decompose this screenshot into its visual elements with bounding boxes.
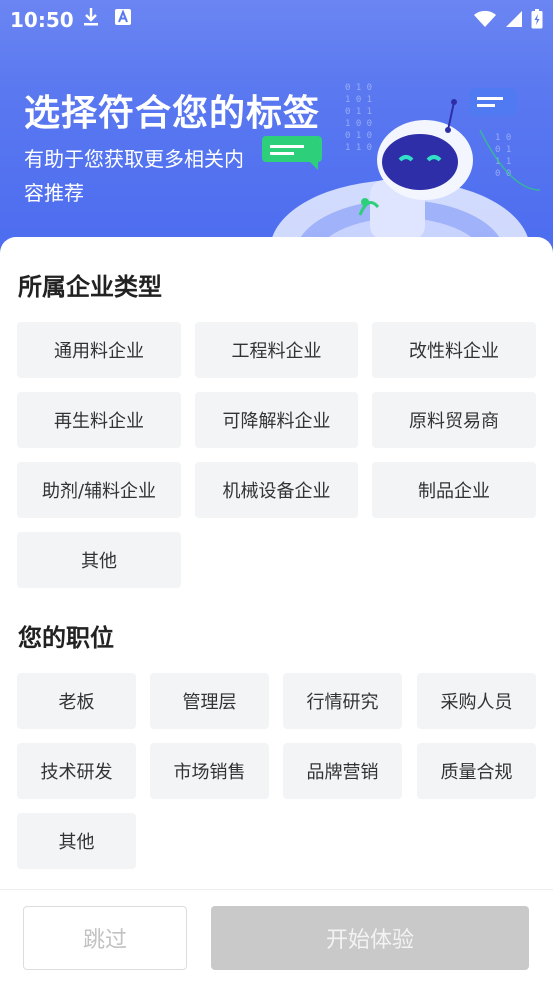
company-chip[interactable]: 助剂/辅料企业 <box>17 462 181 518</box>
app-notification-icon <box>114 8 132 30</box>
company-chip[interactable]: 原料贸易商 <box>372 392 536 448</box>
company-chip[interactable]: 改性料企业 <box>372 322 536 378</box>
tag-selection-sheet: 所属企业类型 通用料企业 工程料企业 改性料企业 再生料企业 可降解料企业 原料… <box>0 237 553 984</box>
svg-text:1 1: 1 1 <box>495 157 511 167</box>
svg-text:0 1 1: 0 1 1 <box>345 107 372 117</box>
company-chip[interactable]: 再生料企业 <box>17 392 181 448</box>
bottom-action-bar: 跳过 开始体验 <box>0 889 553 985</box>
position-chip[interactable]: 质量合规 <box>417 743 536 799</box>
wifi-icon <box>473 10 497 32</box>
position-chip[interactable]: 采购人员 <box>417 673 536 729</box>
svg-text:1 1 0: 1 1 0 <box>345 143 372 153</box>
status-time: 10:50 <box>10 8 74 32</box>
hero-banner: 10:50 选择符合您的标签 有助于您获取更多相关内容推荐 0 1 01 0 1… <box>0 0 553 260</box>
robot-illustration: 0 1 0 1 0 1 0 1 1 1 0 0 0 1 0 1 1 0 1 0 0 1 1 … <box>262 83 541 260</box>
download-icon <box>82 7 100 31</box>
position-chip[interactable]: 管理层 <box>150 673 269 729</box>
status-bar: 10:50 <box>0 0 553 38</box>
svg-text:0 1 0: 0 1 0 <box>345 83 372 93</box>
position-chip[interactable]: 技术研发 <box>17 743 136 799</box>
svg-text:1 0 0: 1 0 0 <box>345 119 372 129</box>
hero-subtitle: 有助于您获取更多相关内容推荐 <box>24 147 244 205</box>
signal-icon <box>505 10 523 32</box>
company-chip[interactable]: 通用料企业 <box>17 322 181 378</box>
svg-text:1 0 1: 1 0 1 <box>345 95 372 105</box>
position-chip[interactable]: 品牌营销 <box>283 743 402 799</box>
company-chip[interactable]: 可降解料企业 <box>195 392 358 448</box>
company-chip[interactable]: 机械设备企业 <box>195 462 358 518</box>
svg-text:1 0: 1 0 <box>495 133 511 143</box>
battery-icon <box>531 9 543 33</box>
company-chip[interactable]: 工程料企业 <box>195 322 358 378</box>
svg-text:0 1 0: 0 1 0 <box>345 131 372 141</box>
position-chip[interactable]: 其他 <box>17 813 136 869</box>
position-chip[interactable]: 市场销售 <box>150 743 269 799</box>
company-chip[interactable]: 其他 <box>17 532 181 588</box>
company-type-heading: 所属企业类型 <box>18 273 162 301</box>
company-chip[interactable]: 制品企业 <box>372 462 536 518</box>
position-chip[interactable]: 老板 <box>17 673 136 729</box>
position-heading: 您的职位 <box>18 624 114 652</box>
position-chip[interactable]: 行情研究 <box>283 673 402 729</box>
start-experience-button[interactable]: 开始体验 <box>211 906 529 970</box>
skip-button[interactable]: 跳过 <box>23 906 187 970</box>
svg-text:0 1: 0 1 <box>495 145 511 155</box>
